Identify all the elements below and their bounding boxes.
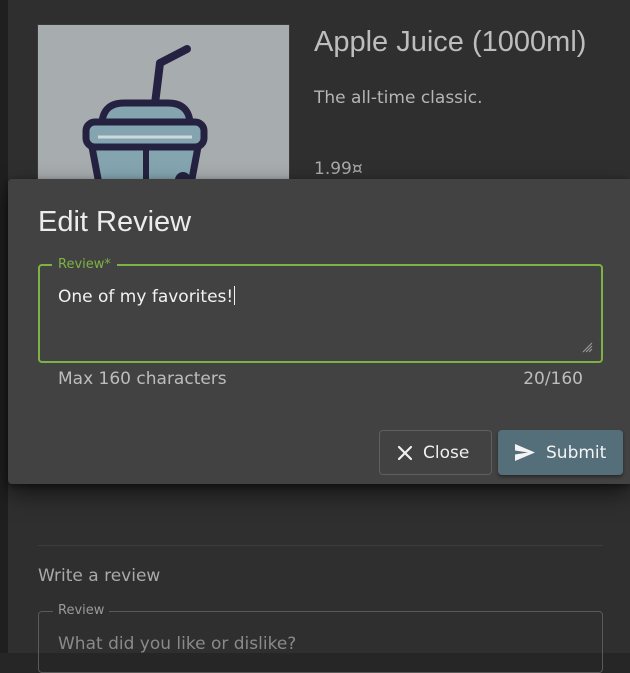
write-review-placeholder: What did you like or dislike? (58, 634, 297, 654)
review-field-label: Review* (52, 257, 117, 272)
send-icon (514, 443, 536, 462)
edit-review-dialog: Edit Review Review* One of my favorites!… (8, 179, 630, 484)
submit-button[interactable]: Submit (498, 430, 623, 475)
product-image (38, 25, 289, 195)
write-review-heading: Write a review (38, 566, 161, 586)
close-button-label: Close (423, 442, 470, 463)
write-review-label: Review (53, 603, 110, 618)
submit-button-label: Submit (546, 442, 607, 463)
page-backdrop (0, 0, 8, 653)
close-icon (397, 445, 413, 461)
text-caret (234, 286, 236, 305)
product-title: Apple Juice (1000ml) (314, 26, 587, 58)
drink-cup-icon (82, 45, 208, 195)
dialog-title: Edit Review (38, 206, 192, 238)
character-limit-hint: Max 160 characters (58, 369, 227, 389)
section-divider (38, 545, 603, 546)
write-review-field[interactable]: Review What did you like or dislike? (38, 603, 603, 673)
review-text-content: One of my favorites! (58, 287, 234, 307)
review-text-value[interactable]: One of my favorites! (58, 286, 236, 307)
character-counter: 20/160 (523, 369, 583, 389)
product-description: The all-time classic. (314, 88, 483, 108)
review-textarea[interactable]: Review* One of my favorites! (38, 257, 603, 363)
resize-handle-icon[interactable] (581, 341, 593, 353)
close-button[interactable]: Close (379, 430, 492, 475)
product-price: 1.99¤ (314, 159, 363, 179)
